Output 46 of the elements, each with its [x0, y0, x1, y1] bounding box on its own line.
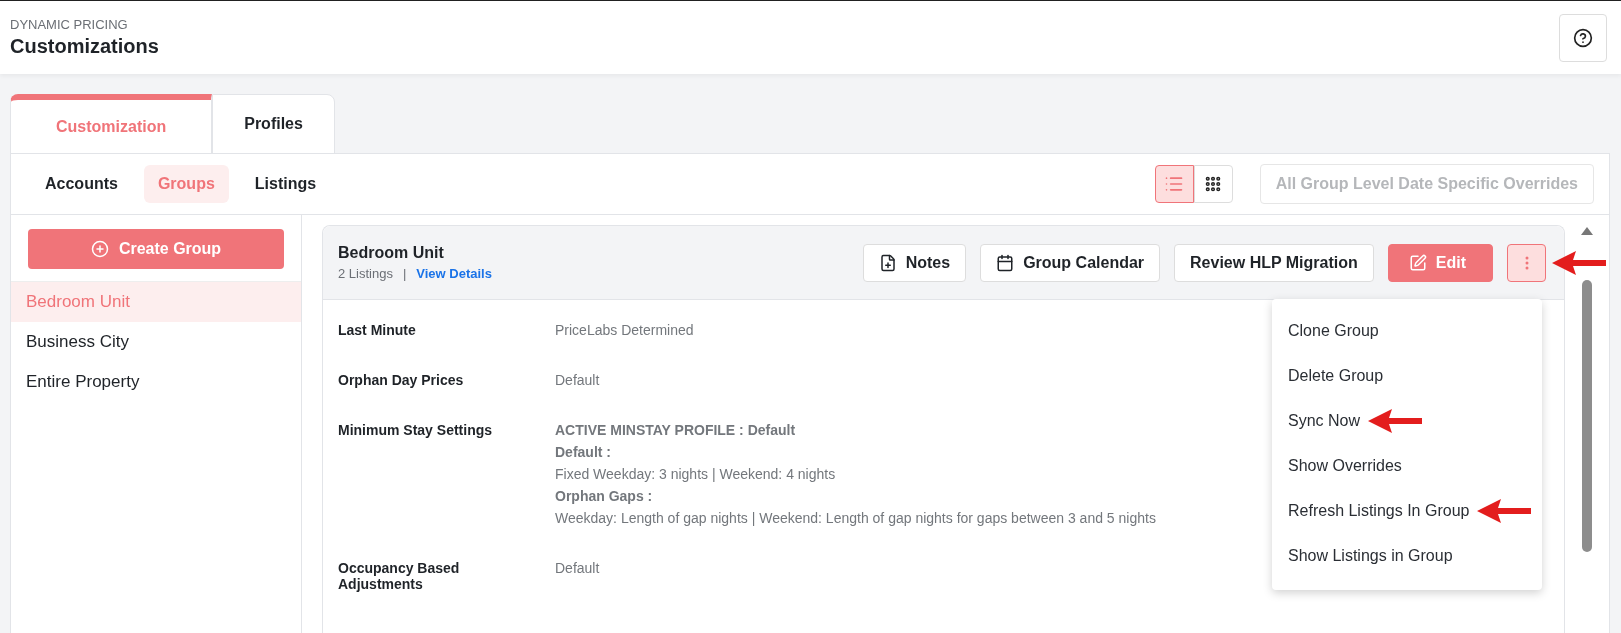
setting-value: PriceLabs Determined — [555, 322, 694, 338]
file-plus-icon — [878, 253, 897, 272]
setting-label: Occupancy Based Adjustments — [338, 560, 461, 592]
menu-item[interactable]: Refresh Listings In Group — [1288, 488, 1532, 533]
vertical-dots-icon — [1524, 255, 1529, 270]
help-button[interactable] — [1559, 13, 1607, 62]
setting-value: Default — [555, 372, 600, 388]
arrow-icon — [1368, 407, 1423, 434]
menu-item[interactable]: Show Overrides — [1288, 443, 1402, 488]
setting-label: Orphan Day Prices — [338, 372, 465, 388]
help-icon — [1573, 27, 1593, 48]
group-title: Bedroom Unit — [338, 244, 445, 262]
page-eyebrow: DYNAMIC PRICING — [10, 17, 129, 32]
menu-item[interactable]: Delete Group — [1288, 353, 1384, 398]
menu-item[interactable]: Show Listings in Group — [1288, 533, 1453, 578]
calendar-icon — [996, 253, 1015, 272]
setting-value: Fixed Weekday: 3 nights | Weekend: 4 nights — [555, 466, 837, 482]
group-calendar-button[interactable]: Group Calendar — [980, 243, 1161, 282]
setting-value: Weekday: Length of gap nights | Weekend: Length of gap nights for gaps between 3 and 5 nights — [555, 510, 1156, 526]
grid-icon — [1204, 175, 1223, 193]
menu-item[interactable]: Sync Now — [1288, 398, 1423, 443]
tab[interactable]: Profiles — [212, 94, 335, 154]
menu-item[interactable]: Clone Group — [1288, 308, 1379, 353]
pencil-square-icon — [1408, 253, 1427, 272]
grid-view-button[interactable] — [1193, 165, 1233, 203]
setting-value: Orphan Gaps : — [555, 488, 654, 504]
setting-value: Default — [555, 560, 600, 576]
separator: | — [402, 266, 407, 281]
page-title: Customizations — [10, 35, 159, 58]
setting-label: Last Minute — [338, 322, 417, 338]
listing-count: 2 Listings — [338, 266, 393, 281]
review-migration-button[interactable]: Review HLP Migration — [1174, 243, 1374, 282]
scroll-up-icon[interactable] — [1581, 227, 1593, 235]
setting-value: ACTIVE MINSTAY PROFILE : Default — [555, 422, 797, 438]
subtab[interactable]: Accounts — [31, 165, 132, 203]
setting-label: Minimum Stay Settings — [338, 422, 494, 440]
arrow-icon — [1477, 497, 1532, 524]
scrollbar-thumb[interactable] — [1582, 280, 1592, 552]
list-icon — [1164, 174, 1185, 194]
group-item[interactable]: Entire Property — [11, 362, 301, 402]
plus-circle-icon — [90, 240, 109, 258]
view-details-link[interactable]: View Details — [416, 266, 492, 281]
setting-value: Default : — [555, 444, 612, 460]
group-item[interactable]: Business City — [11, 322, 301, 362]
notes-button[interactable]: Notes — [862, 243, 967, 282]
subtab[interactable]: Listings — [240, 165, 331, 203]
